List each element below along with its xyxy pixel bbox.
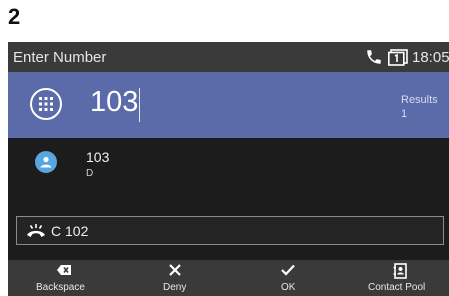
dialpad-button[interactable] — [30, 88, 62, 120]
check-icon — [280, 263, 296, 282]
result-subtitle: D — [86, 168, 94, 179]
close-icon — [168, 263, 182, 282]
text-cursor — [139, 88, 140, 122]
softkey-bar: Backspace Deny OK Contact Pool — [8, 260, 449, 296]
phone-screen: Enter Number 18:05 103 Results 1 103 D C… — [8, 42, 449, 296]
contact-pool-softkey[interactable]: Contact Pool — [338, 260, 449, 296]
deny-softkey[interactable]: Deny — [118, 260, 228, 296]
results-count: 1 — [401, 108, 408, 120]
call-on-hold-icon — [26, 223, 46, 244]
dial-input-bar: 103 Results 1 — [8, 72, 449, 138]
search-result-item[interactable]: 103 D — [8, 144, 449, 188]
contact-book-icon — [393, 263, 407, 284]
backspace-softkey[interactable]: Backspace — [8, 260, 118, 296]
softkey-label: Backspace — [36, 282, 85, 293]
softkey-label: Deny — [163, 282, 187, 293]
backspace-icon — [56, 263, 72, 282]
softkey-label: OK — [281, 282, 296, 293]
dialed-number[interactable]: 103 — [90, 86, 138, 119]
ok-softkey[interactable]: OK — [228, 260, 338, 296]
message-icon — [388, 49, 408, 70]
held-call-label: C 102 — [51, 223, 89, 239]
screen-title: Enter Number — [13, 49, 107, 66]
clock: 18:05 — [412, 49, 449, 66]
dialpad-icon — [39, 97, 53, 111]
step-number: 2 — [8, 4, 21, 29]
held-call-bar[interactable]: C 102 — [16, 216, 444, 245]
status-bar: Enter Number 18:05 — [8, 42, 449, 72]
softkey-label: Contact Pool — [368, 282, 426, 293]
result-number: 103 — [86, 149, 110, 165]
contact-avatar-icon — [35, 151, 57, 173]
results-label: Results — [401, 94, 438, 106]
phone-icon — [365, 48, 383, 70]
